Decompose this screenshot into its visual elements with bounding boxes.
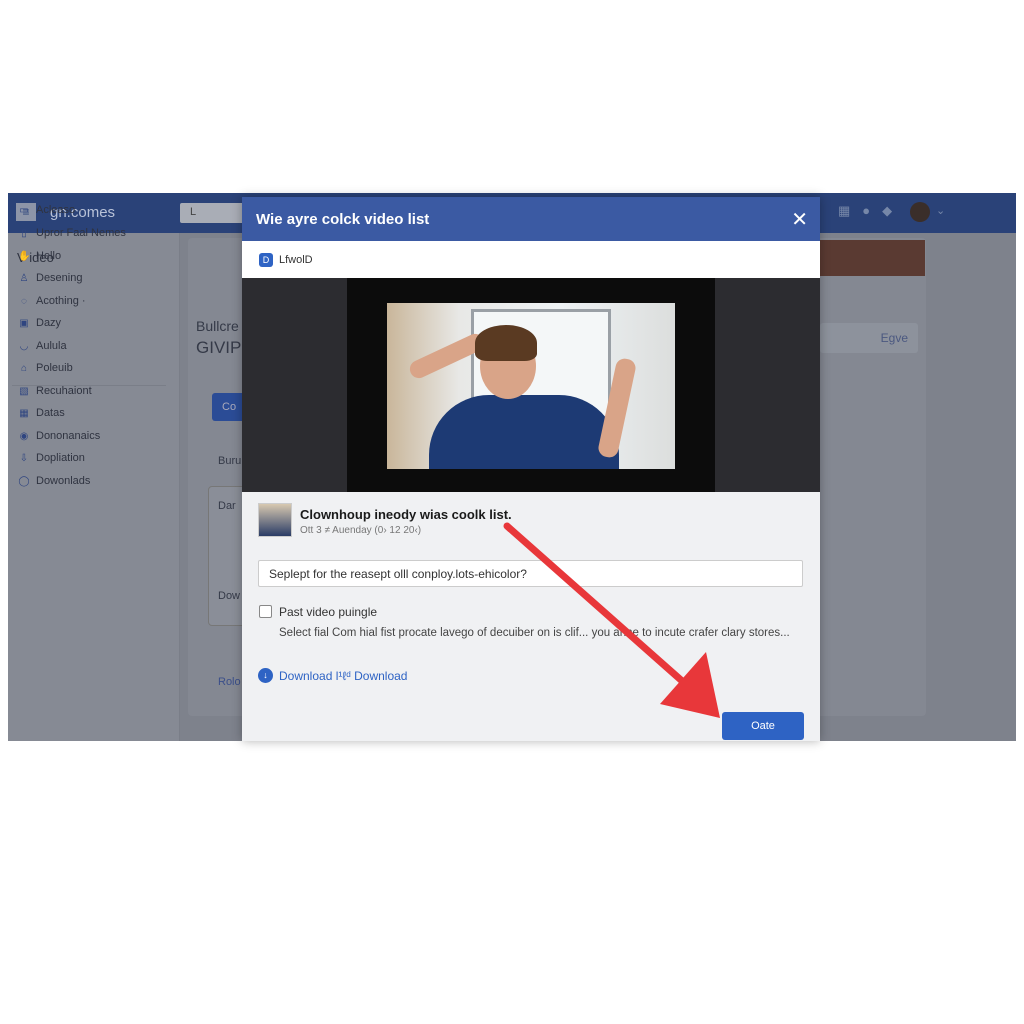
sidebar-item[interactable]: ◉ Dononanaics	[12, 425, 166, 447]
post-meta: Ott 3 ≠ Auenday (0› 12 20‹)	[300, 525, 422, 536]
text-input[interactable]: Seplept for the reasept olll conploy.lot…	[258, 560, 803, 587]
shield-icon: ◡	[19, 340, 29, 352]
sidebar-item[interactable]: ▧ Recuhaiont	[12, 380, 166, 402]
circle-icon: ◉	[19, 430, 29, 442]
description: Select fial Com hial fist procate lavego…	[279, 627, 790, 639]
download-icon: ⇩	[19, 452, 29, 464]
video-thumbnail-strip[interactable]	[820, 240, 925, 276]
download-icon: ↓	[258, 668, 273, 683]
sidebar-item[interactable]: ▭ Acleaso ·	[12, 199, 166, 221]
sidebar-item-label: Acothing ·	[36, 295, 86, 307]
subheading: GIVIP	[196, 338, 242, 357]
house-icon: ⌂	[20, 362, 28, 374]
save-button[interactable]: Egve	[820, 323, 918, 353]
chevron-down-icon[interactable]: ⌄	[936, 204, 945, 217]
sidebar-item-label: Dononanaics	[36, 430, 101, 442]
image-icon: ▧	[19, 385, 29, 397]
dialog-title: Wie ayre colck video list	[242, 197, 820, 241]
sidebar-item[interactable]: ▦ Datas	[12, 402, 166, 424]
sidebar-item[interactable]: ▯ Upror Faal Nemes	[12, 222, 166, 244]
box-icon: ▭	[19, 204, 29, 216]
sidebar-item[interactable]: ♙ Desening	[12, 267, 166, 289]
sidebar-item[interactable]: ◯ Dowonlads	[12, 470, 166, 492]
person-icon: ♙	[19, 272, 29, 284]
sidebar-item-label: Dazy	[36, 317, 62, 329]
checkbox-label: Past video puingle	[279, 605, 378, 619]
sidebar-item[interactable]: ▣ Dazy	[12, 312, 166, 334]
tab-active[interactable]: D LfwolD	[242, 241, 820, 278]
chart-icon: ▦	[19, 407, 29, 419]
heading: Bullcre	[196, 318, 239, 334]
confirm-button[interactable]: Oate	[722, 712, 804, 740]
sidebar-item-label: Poleuib	[36, 362, 73, 374]
clipboard-icon: ▣	[19, 317, 29, 329]
video-player[interactable]	[242, 278, 820, 492]
video-thumbnail	[387, 303, 675, 469]
sidebar-item-label: Hello	[36, 250, 62, 262]
download-link-label[interactable]: Download l¹ℓᵈ Download	[279, 669, 407, 683]
file-icon: ▯	[21, 227, 27, 239]
post-header: Clownhoup ineody wias coolk list. Ott 3 …	[258, 503, 512, 537]
sidebar-item[interactable]: ⌂ Poleuib	[12, 357, 166, 379]
video-list-dialog: Wie ayre colck video list ✕ D LfwolD Clo…	[242, 197, 820, 741]
tab-label: LfwolD	[279, 253, 313, 266]
link[interactable]: Rolo	[218, 676, 241, 688]
hand-icon: ✋	[18, 250, 31, 262]
avatar[interactable]	[910, 202, 930, 222]
sidebar: V ideo ⌂Burlo actioess⛓Video Ink☗Viveo S…	[8, 204, 180, 741]
sidebar-item-label: Desening	[36, 272, 83, 284]
sidebar-item-label: Datas	[36, 407, 65, 419]
notification-icon[interactable]: ●	[862, 203, 870, 219]
close-icon[interactable]: ✕	[791, 207, 808, 232]
sidebar-item-label: Dowonlads	[36, 475, 91, 487]
grid-icon[interactable]: ▦	[838, 203, 850, 219]
sidebar-item[interactable]: ◌ Acothing ·	[12, 290, 166, 312]
section-label: Buru	[218, 455, 242, 467]
chat-icon: ◌	[21, 295, 27, 307]
sidebar-item-label: Dopliation	[36, 452, 85, 464]
sidebar-item-label: Recuhaiont	[36, 385, 92, 397]
sidebar-item[interactable]: ◡ Aulula	[12, 335, 166, 357]
chat-icon[interactable]: ◆	[882, 203, 892, 219]
sidebar-item-label: Aulula	[36, 340, 67, 352]
app-icon: D	[259, 252, 273, 267]
sidebar-item-label: Upror Faal Nemes	[36, 227, 126, 239]
checkbox[interactable]	[259, 605, 272, 618]
sidebar-item-label: Acleaso ·	[36, 204, 82, 216]
comment-icon: ◯	[18, 475, 30, 487]
avatar	[258, 503, 292, 537]
sidebar-item[interactable]: ✋ Hello	[12, 245, 166, 267]
row-label: Dow	[218, 590, 241, 602]
search-input[interactable]: L	[180, 203, 250, 223]
sidebar-item[interactable]: ⇩ Dopliation	[12, 447, 166, 469]
post-title: Clownhoup ineody wias coolk list.	[300, 507, 512, 522]
download-link[interactable]: ↓ Download l¹ℓᵈ Download	[258, 668, 407, 683]
row-label: Dar	[218, 500, 236, 512]
